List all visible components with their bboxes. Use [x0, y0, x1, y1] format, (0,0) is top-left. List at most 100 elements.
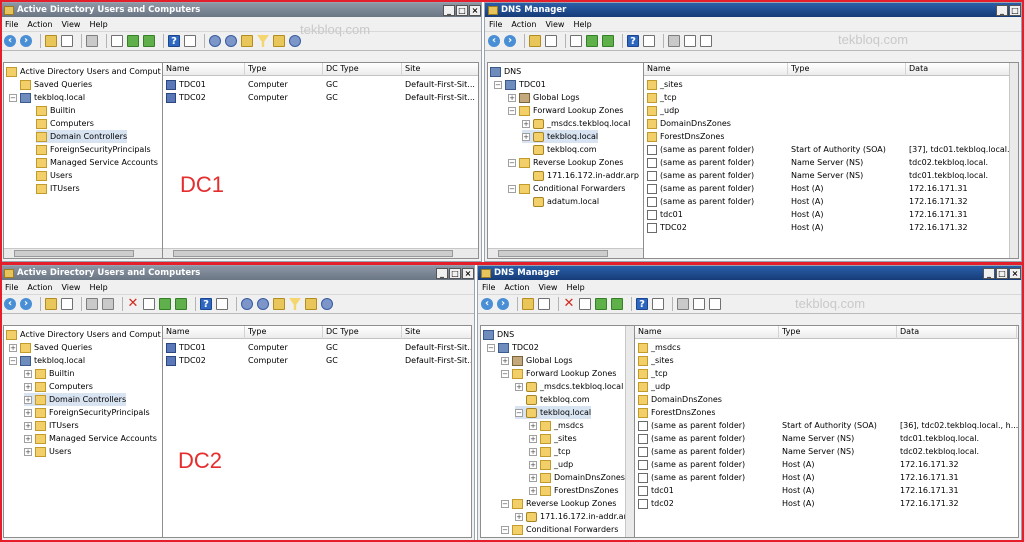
collapse-icon[interactable]: −: [9, 93, 17, 102]
collapse-icon[interactable]: −: [501, 369, 509, 378]
column-header-site[interactable]: Site: [402, 326, 471, 339]
forward-arrow-icon[interactable]: ›: [20, 298, 32, 310]
expand-icon[interactable]: +: [529, 460, 537, 469]
new-user-icon[interactable]: [241, 298, 253, 310]
menu-help[interactable]: Help: [573, 20, 591, 29]
tree-conditional-forwarders[interactable]: − Conditional Forwarders: [508, 182, 625, 195]
tree-zone[interactable]: 171.16.172.in-addr.arp: [533, 169, 639, 182]
table-row[interactable]: (same as parent folder) Name Server (NS) t…: [635, 445, 1018, 458]
back-arrow-icon[interactable]: ‹: [488, 35, 500, 47]
dns-titlebar[interactable]: DNS Manager _ □: [485, 3, 1021, 17]
tree-zone[interactable]: +adatum.local: [515, 536, 592, 537]
minimize-button[interactable]: _: [983, 267, 995, 279]
help-icon[interactable]: ?: [627, 35, 639, 47]
column-header-name[interactable]: Name: [635, 326, 779, 339]
table-row[interactable]: TDC01 Computer GC Default-First-Sit...: [163, 341, 471, 354]
table-row[interactable]: (same as parent folder) Start of Authorit…: [644, 143, 1018, 156]
dns-tree-pane[interactable]: DNS − TDC01 + Global Logs − Forward Lookup …: [487, 62, 644, 259]
table-row[interactable]: (same as parent folder) Start of Authorit…: [635, 419, 1018, 432]
help-icon[interactable]: ?: [168, 35, 180, 47]
filter-icon[interactable]: [257, 35, 269, 47]
tree-item[interactable]: Users: [36, 169, 72, 182]
table-row[interactable]: (same as parent folder) Name Server (NS) t…: [644, 169, 1018, 182]
properties-icon[interactable]: [579, 298, 591, 310]
menu-file[interactable]: File: [489, 20, 502, 29]
expand-icon[interactable]: +: [24, 434, 32, 443]
tree-saved-queries[interactable]: + Saved Queries: [9, 341, 92, 354]
show-tree-icon[interactable]: [545, 35, 557, 47]
tree-item[interactable]: ForeignSecurityPrincipals: [36, 143, 151, 156]
add-to-group-icon[interactable]: [321, 298, 333, 310]
vertical-scrollbar[interactable]: [1009, 63, 1018, 258]
new-ou-icon[interactable]: [241, 35, 253, 47]
minimize-button[interactable]: _: [436, 267, 448, 279]
tree-item[interactable]: ITUsers: [36, 182, 80, 195]
new-ou-icon[interactable]: [273, 298, 285, 310]
list-item[interactable]: _sites: [635, 354, 1018, 367]
tree-item-selected[interactable]: + Domain Controllers: [24, 393, 127, 406]
new-group-icon[interactable]: [257, 298, 269, 310]
list-item[interactable]: ForestDnsZones: [635, 406, 1018, 419]
menu-action[interactable]: Action: [27, 20, 52, 29]
delete-icon[interactable]: ✕: [563, 297, 575, 310]
tree-item[interactable]: + ITUsers: [24, 419, 79, 432]
tree-zone[interactable]: tekbloq.com: [533, 143, 597, 156]
horizontal-scrollbar[interactable]: [4, 248, 162, 258]
action-pane-icon[interactable]: [652, 298, 664, 310]
action-pane-icon[interactable]: [643, 35, 655, 47]
horizontal-scrollbar[interactable]: [163, 248, 478, 258]
menu-help[interactable]: Help: [566, 283, 584, 292]
delete-icon[interactable]: ✕: [127, 297, 139, 310]
tree-subfolder[interactable]: + ForestDnsZones: [529, 484, 618, 497]
menu-file[interactable]: File: [5, 283, 18, 292]
tree-global-logs[interactable]: + Global Logs: [501, 354, 573, 367]
table-row[interactable]: tdc01 Host (A) 172.16.171.31: [644, 208, 1018, 221]
expand-icon[interactable]: +: [515, 512, 523, 521]
menu-view[interactable]: View: [61, 283, 80, 292]
maximize-button[interactable]: □: [449, 267, 461, 279]
filter-icon[interactable]: [289, 298, 301, 310]
refresh-icon[interactable]: [127, 35, 139, 47]
copy-icon[interactable]: [102, 298, 114, 310]
aduc-tree-pane[interactable]: Active Directory Users and Comput Saved …: [3, 62, 163, 259]
table-row[interactable]: tdc02 Host (A) 172.16.171.32: [635, 497, 1018, 510]
list-item[interactable]: _tcp: [635, 367, 1018, 380]
table-row[interactable]: (same as parent folder) Host (A) 172.16.17…: [644, 195, 1018, 208]
expand-icon[interactable]: +: [24, 421, 32, 430]
forward-arrow-icon[interactable]: ›: [504, 35, 516, 47]
tree-subfolder[interactable]: + _tcp: [529, 445, 571, 458]
table-row[interactable]: TDC02 Computer GC Default-First-Sit...: [163, 354, 471, 367]
export-list-icon[interactable]: [143, 35, 155, 47]
properties-icon[interactable]: [143, 298, 155, 310]
action-pane-icon[interactable]: [184, 35, 196, 47]
tree-reverse-zones[interactable]: − Reverse Lookup Zones: [508, 156, 623, 169]
aduc-list-pane[interactable]: Name Type DC Type Site TDC01 Computer GC…: [163, 325, 472, 538]
column-header-type[interactable]: Type: [245, 326, 323, 339]
maximize-button[interactable]: □: [456, 4, 468, 16]
tree-reverse-zones[interactable]: − Reverse Lookup Zones: [501, 497, 616, 510]
new-user-icon[interactable]: [209, 35, 221, 47]
maximize-button[interactable]: □: [1009, 4, 1021, 16]
menu-file[interactable]: File: [482, 283, 495, 292]
dns-tree-pane[interactable]: DNS − TDC02 + Global Logs − Forward Lookup …: [480, 325, 635, 538]
column-header-data[interactable]: Data: [906, 63, 1018, 76]
new-group-icon[interactable]: [225, 35, 237, 47]
action-pane-icon[interactable]: [216, 298, 228, 310]
table-row[interactable]: (same as parent folder) Host (A) 172.16.17…: [644, 182, 1018, 195]
list-item[interactable]: DomainDnsZones: [644, 117, 1018, 130]
tree-item[interactable]: + Computers: [24, 380, 93, 393]
aduc-titlebar[interactable]: Active Directory Users and Computers _ □…: [1, 3, 481, 17]
expand-icon[interactable]: +: [508, 93, 516, 102]
tree-root[interactable]: Active Directory Users and Comput: [6, 65, 161, 78]
record-icon[interactable]: [693, 298, 705, 310]
back-arrow-icon[interactable]: ‹: [4, 35, 16, 47]
properties-icon[interactable]: [111, 35, 123, 47]
dns-titlebar[interactable]: DNS Manager _ □ ×: [478, 266, 1021, 280]
list-icon[interactable]: [700, 35, 712, 47]
collapse-icon[interactable]: −: [508, 184, 516, 193]
back-arrow-icon[interactable]: ‹: [481, 298, 493, 310]
column-header-name[interactable]: Name: [163, 326, 245, 339]
dns-list-pane[interactable]: Name Type Data _msdcs _sites _tcp _udp D…: [635, 325, 1019, 538]
list-item[interactable]: _udp: [644, 104, 1018, 117]
forward-arrow-icon[interactable]: ›: [20, 35, 32, 47]
